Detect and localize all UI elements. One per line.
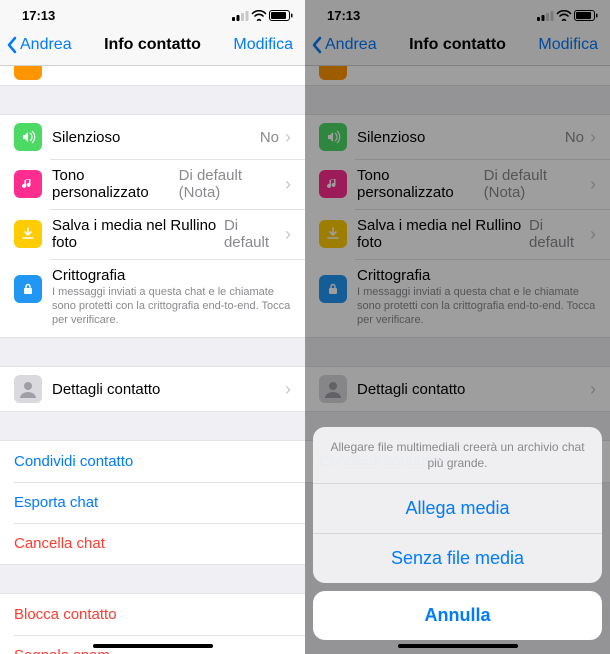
nav-back-label: Andrea — [325, 36, 377, 54]
chevron-left-icon — [311, 36, 323, 54]
battery-icon — [269, 10, 293, 21]
cellular-icon — [537, 10, 554, 21]
tone-label: Tono personalizzato — [357, 167, 480, 201]
phone-right: 17:13 Andrea Info contatto Modifica Sile… — [305, 0, 610, 654]
contact-details-label: Dettagli contatto — [52, 381, 160, 398]
home-indicator[interactable] — [398, 644, 518, 648]
nav-back-button[interactable]: Andrea — [6, 36, 72, 54]
silent-row: Silenzioso No › — [305, 115, 610, 159]
nav-back-button[interactable]: Andrea — [311, 36, 377, 54]
encryption-row[interactable]: Crittografia I messaggi inviati a questa… — [0, 259, 305, 337]
encryption-row: Crittografia I messaggi inviati a questa… — [305, 259, 610, 337]
tone-label: Tono personalizzato — [52, 167, 175, 201]
encryption-subtitle: I messaggi inviati a questa chat e le ch… — [357, 286, 596, 327]
search-chat-icon — [14, 66, 42, 80]
home-indicator[interactable] — [93, 644, 213, 648]
chat-actions-section: Condividi contatto Esporta chat Cancella… — [0, 440, 305, 565]
contact-details-label: Dettagli contatto — [357, 381, 465, 398]
cancel-button[interactable]: Annulla — [313, 591, 602, 640]
status-bar: 17:13 — [0, 0, 305, 30]
music-note-icon — [14, 170, 42, 198]
chevron-right-icon: › — [285, 174, 291, 195]
status-time: 17:13 — [327, 8, 360, 23]
save-media-label: Salva i media nel Rullino foto — [52, 217, 220, 251]
status-time: 17:13 — [22, 8, 55, 23]
nav-edit-button[interactable]: Modifica — [233, 36, 299, 54]
action-sheet-message: Allegare file multimediali creerà un arc… — [313, 427, 602, 484]
contact-details-row[interactable]: Dettagli contatto › — [0, 367, 305, 411]
contact-details-section: Dettagli contatto › — [305, 366, 610, 412]
nav-edit-button[interactable]: Modifica — [538, 36, 604, 54]
chevron-right-icon: › — [285, 127, 291, 148]
battery-icon — [574, 10, 598, 21]
status-icons — [537, 10, 598, 21]
speaker-icon — [319, 123, 347, 151]
share-contact-button[interactable]: Condividi contatto — [0, 441, 305, 482]
search-chat-icon — [319, 66, 347, 80]
nav-bar: Andrea Info contatto Modifica — [0, 30, 305, 66]
action-sheet: Allegare file multimediali creerà un arc… — [313, 427, 602, 640]
save-media-label: Salva i media nel Rullino foto — [357, 217, 525, 251]
download-icon — [319, 220, 347, 248]
attach-media-button[interactable]: Allega media — [313, 484, 602, 534]
chevron-right-icon: › — [590, 224, 596, 245]
tone-row[interactable]: Tono personalizzato Di default (Nota) › — [0, 159, 305, 209]
encryption-label: Crittografia — [52, 267, 291, 284]
tone-value: Di default (Nota) — [484, 167, 584, 201]
save-media-row[interactable]: Salva i media nel Rullino foto Di defaul… — [0, 209, 305, 259]
silent-label: Silenzioso — [52, 129, 120, 146]
lock-icon — [14, 275, 42, 303]
content-area: Silenzioso No › Tono personalizzato Di d… — [305, 66, 610, 483]
chevron-right-icon: › — [590, 174, 596, 195]
person-icon — [319, 375, 347, 403]
nav-title: Info contatto — [409, 36, 506, 54]
nav-title: Info contatto — [104, 36, 201, 54]
chevron-right-icon: › — [590, 127, 596, 148]
settings-section: Silenzioso No › Tono personalizzato Di d… — [305, 114, 610, 338]
chevron-right-icon: › — [285, 379, 291, 400]
partial-row — [305, 66, 610, 86]
silent-value: No — [565, 129, 584, 146]
silent-value: No — [260, 129, 279, 146]
save-media-value: Di default — [529, 217, 584, 251]
status-icons — [232, 10, 293, 21]
nav-back-label: Andrea — [20, 36, 72, 54]
nav-bar: Andrea Info contatto Modifica — [305, 30, 610, 66]
status-bar: 17:13 — [305, 0, 610, 30]
tone-value: Di default (Nota) — [179, 167, 279, 201]
silent-label: Silenzioso — [357, 129, 425, 146]
chevron-right-icon: › — [590, 379, 596, 400]
encryption-subtitle: I messaggi inviati a questa chat e le ch… — [52, 286, 291, 327]
tone-row: Tono personalizzato Di default (Nota) › — [305, 159, 610, 209]
lock-icon — [319, 275, 347, 303]
action-sheet-group: Allegare file multimediali creerà un arc… — [313, 427, 602, 583]
silent-row[interactable]: Silenzioso No › — [0, 115, 305, 159]
wifi-icon — [251, 10, 267, 21]
person-icon — [14, 375, 42, 403]
content-area: Silenzioso No › Tono personalizzato Di d… — [0, 66, 305, 654]
wifi-icon — [556, 10, 572, 21]
download-icon — [14, 220, 42, 248]
save-media-value: Di default — [224, 217, 279, 251]
cellular-icon — [232, 10, 249, 21]
phone-left: 17:13 Andrea Info contatto Modifica Sile… — [0, 0, 305, 654]
contact-details-section: Dettagli contatto › — [0, 366, 305, 412]
speaker-icon — [14, 123, 42, 151]
contact-details-row: Dettagli contatto › — [305, 367, 610, 411]
chevron-right-icon: › — [285, 224, 291, 245]
delete-chat-button[interactable]: Cancella chat — [0, 523, 305, 564]
without-media-button[interactable]: Senza file media — [313, 534, 602, 583]
export-chat-button[interactable]: Esporta chat — [0, 482, 305, 523]
settings-section: Silenzioso No › Tono personalizzato Di d… — [0, 114, 305, 338]
partial-row[interactable] — [0, 66, 305, 86]
chevron-left-icon — [6, 36, 18, 54]
save-media-row: Salva i media nel Rullino foto Di defaul… — [305, 209, 610, 259]
encryption-label: Crittografia — [357, 267, 596, 284]
music-note-icon — [319, 170, 347, 198]
block-contact-button[interactable]: Blocca contatto — [0, 594, 305, 635]
